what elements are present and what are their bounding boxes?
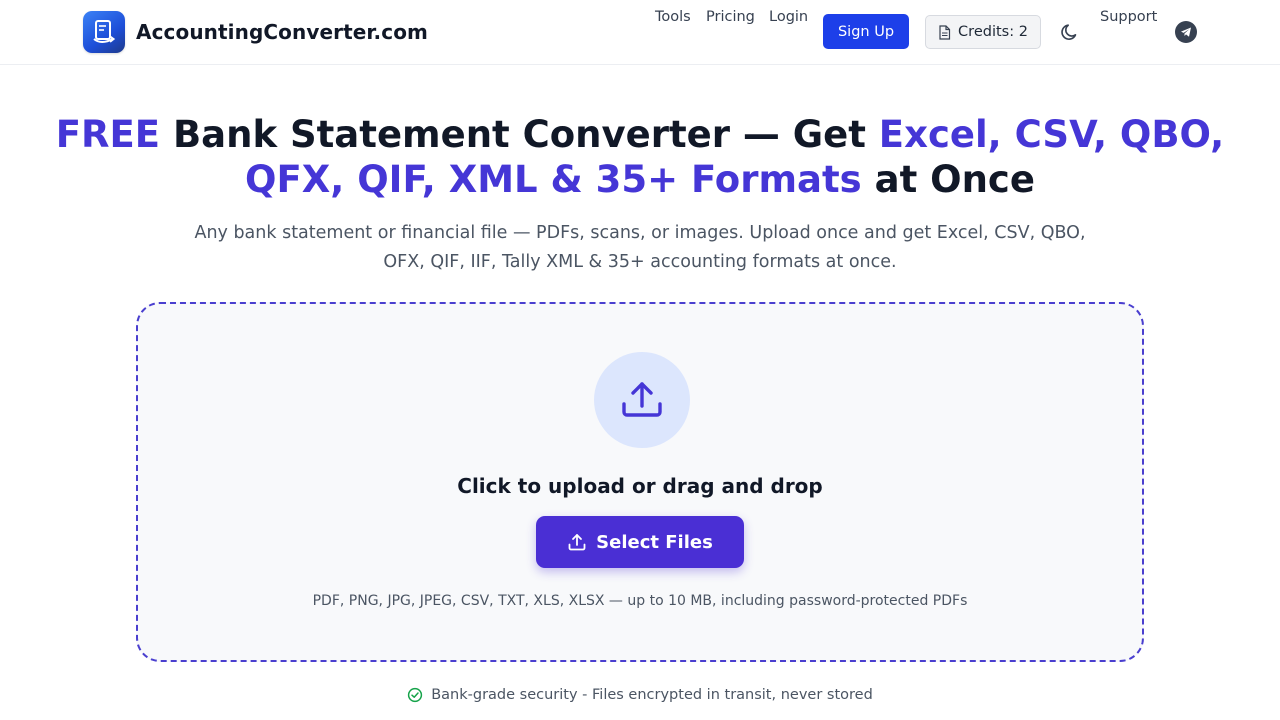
security-note: Bank-grade security - Files encrypted in… [0, 684, 1280, 706]
select-files-label: Select Files [596, 531, 713, 553]
credits-button[interactable]: Credits: 2 [925, 15, 1041, 49]
nav-tools[interactable]: Tools [655, 0, 691, 35]
telegram-icon[interactable] [1175, 21, 1197, 43]
moon-icon[interactable] [1060, 22, 1080, 42]
security-text: Bank-grade security - Files encrypted in… [431, 687, 873, 703]
upload-dropzone[interactable]: Click to upload or drag and drop Select … [136, 302, 1144, 662]
hero-title-middle: Bank Statement Converter — Get [160, 113, 879, 156]
brand-name: AccountingConverter.com [136, 20, 428, 44]
hero-title-free: FREE [55, 113, 161, 156]
document-convert-icon [83, 11, 125, 53]
nav-support[interactable]: Support [1100, 0, 1157, 35]
supported-formats-text: PDF, PNG, JPG, JPEG, CSV, TXT, XLS, XLSX… [312, 593, 968, 609]
select-files-button[interactable]: Select Files [536, 516, 744, 568]
check-circle-icon [408, 687, 423, 703]
sign-up-button[interactable]: Sign Up [823, 14, 909, 49]
brand-link[interactable]: AccountingConverter.com [83, 11, 428, 53]
hero-subtitle: Any bank statement or financial file — P… [194, 223, 1086, 272]
dropzone-title: Click to upload or drag and drop [457, 474, 823, 498]
nav-pricing[interactable]: Pricing [706, 0, 755, 35]
upload-icon [594, 352, 690, 448]
credits-label: Credits: 2 [958, 24, 1028, 40]
upload-arrow-icon [568, 534, 586, 551]
nav-login[interactable]: Login [769, 0, 808, 35]
site-header: AccountingConverter.com Tools Pricing Lo… [0, 0, 1280, 65]
document-icon [939, 24, 951, 40]
hero-title: FREE Bank Statement Converter — Get Exce… [0, 112, 1280, 202]
hero-title-end: at Once [861, 158, 1035, 201]
